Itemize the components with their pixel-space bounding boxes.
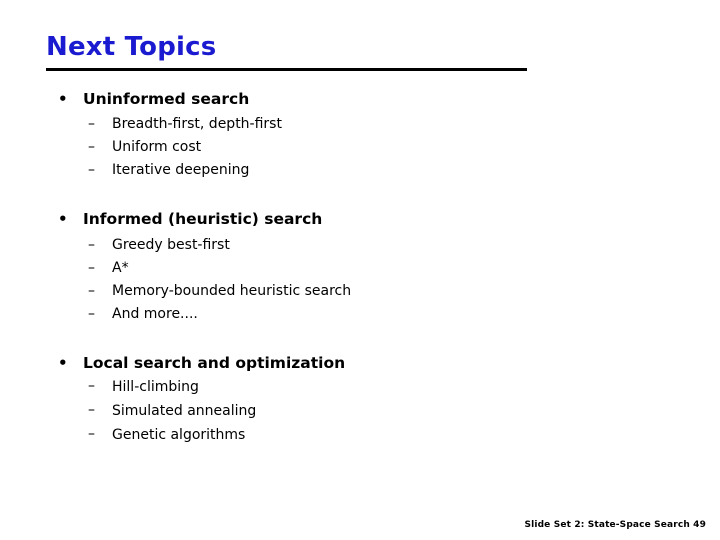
topic-heading-label: Local search and optimization <box>83 354 346 372</box>
list-item: – Iterative deepening <box>0 159 720 182</box>
topic-heading: • Uninformed search <box>0 88 720 110</box>
list-item-label: Hill-climbing <box>112 379 199 395</box>
list-item-label: Breadth-first, depth-first <box>112 116 282 132</box>
list-item: – Hill-climbing <box>0 375 720 399</box>
list-item: – Simulated annealing <box>0 399 720 423</box>
topic-group: • Local search and optimization – Hill-c… <box>0 352 720 447</box>
topic-group: • Uninformed search – Breadth-first, dep… <box>0 88 720 182</box>
bullet-icon: • <box>58 354 68 372</box>
sub-item-list: – Breadth-first, depth-first – Uniform c… <box>0 113 720 182</box>
list-item: – Genetic algorithms <box>0 423 720 447</box>
dash-icon: – <box>88 283 95 299</box>
dash-icon: – <box>88 162 95 178</box>
topic-heading: • Local search and optimization <box>0 352 720 374</box>
topic-heading-label: Uninformed search <box>83 90 250 108</box>
bullet-icon: • <box>58 90 68 108</box>
list-item: – A* <box>0 257 720 280</box>
list-item-label: Iterative deepening <box>112 162 250 178</box>
list-item-label: Simulated annealing <box>112 403 257 419</box>
dash-icon: – <box>88 378 95 394</box>
list-item: – Uniform cost <box>0 136 720 159</box>
slide-footer: Slide Set 2: State-Space Search 49 <box>524 520 706 530</box>
list-item: – And more.... <box>0 303 720 326</box>
sub-item-list: – Greedy best-first – A* – Memory-bounde… <box>0 234 720 326</box>
list-item: – Greedy best-first <box>0 234 720 257</box>
topic-heading: • Informed (heuristic) search <box>0 208 720 230</box>
title-divider <box>46 68 527 71</box>
slide-body: • Uninformed search – Breadth-first, dep… <box>0 88 720 447</box>
list-item-label: And more.... <box>112 306 198 322</box>
dash-icon: – <box>88 402 95 418</box>
dash-icon: – <box>88 260 95 276</box>
list-item-label: Memory-bounded heuristic search <box>112 283 352 299</box>
list-item: – Breadth-first, depth-first <box>0 113 720 136</box>
topic-group: • Informed (heuristic) search – Greedy b… <box>0 208 720 326</box>
list-item-label: A* <box>112 260 129 276</box>
dash-icon: – <box>88 426 95 442</box>
page-title: Next Topics <box>46 32 217 62</box>
bullet-icon: • <box>58 210 68 228</box>
dash-icon: – <box>88 306 95 322</box>
list-item-label: Genetic algorithms <box>112 427 246 443</box>
topic-heading-label: Informed (heuristic) search <box>83 210 323 228</box>
dash-icon: – <box>88 237 95 253</box>
list-item-label: Greedy best-first <box>112 237 230 253</box>
dash-icon: – <box>88 139 95 155</box>
slide-canvas: Next Topics • Uninformed search – Breadt… <box>0 0 720 540</box>
list-item: – Memory-bounded heuristic search <box>0 280 720 303</box>
list-item-label: Uniform cost <box>112 139 202 155</box>
sub-item-list: – Hill-climbing – Simulated annealing – … <box>0 375 720 447</box>
dash-icon: – <box>88 116 95 132</box>
